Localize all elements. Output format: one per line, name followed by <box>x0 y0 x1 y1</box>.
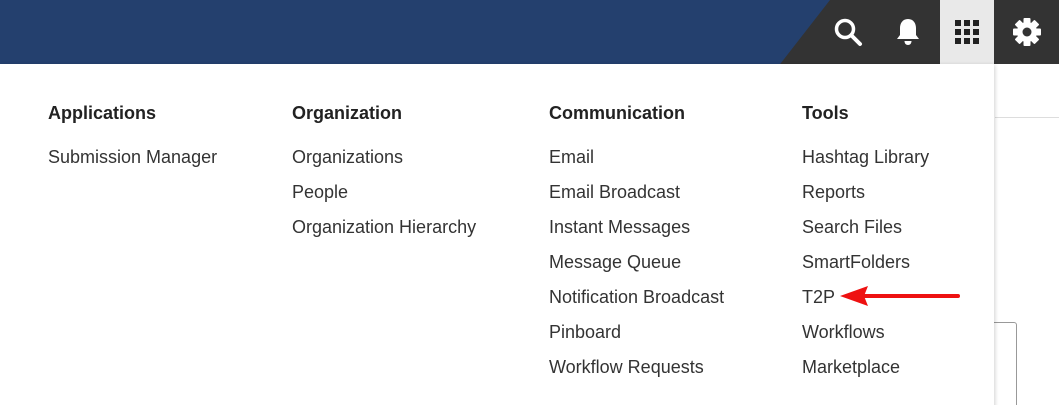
menu-item-workflow-requests[interactable]: Workflow Requests <box>549 353 724 388</box>
menu-item-marketplace[interactable]: Marketplace <box>802 353 929 388</box>
menu-item-email-broadcast[interactable]: Email Broadcast <box>549 178 724 213</box>
menu-item-email[interactable]: Email <box>549 143 724 178</box>
menu-heading: Organization <box>292 103 403 123</box>
search-icon <box>834 18 862 46</box>
menu-column-organization: Organization Organizations People Organi… <box>292 102 476 248</box>
grid-icon <box>955 20 979 44</box>
background-divider <box>995 117 1059 118</box>
annotation-arrow-icon <box>840 286 960 306</box>
menu-column-tools: Tools Hashtag Library Reports Search Fil… <box>802 102 929 388</box>
menu-item-organizations[interactable]: Organizations <box>292 143 476 178</box>
menu-item-workflows[interactable]: Workflows <box>802 318 929 353</box>
menu-item-people[interactable]: People <box>292 178 476 213</box>
header-brand-area <box>0 0 830 64</box>
search-button[interactable] <box>821 0 875 64</box>
menu-item-instant-messages[interactable]: Instant Messages <box>549 213 724 248</box>
top-header <box>0 0 1059 64</box>
menu-item-hashtag-library[interactable]: Hashtag Library <box>802 143 929 178</box>
menu-heading: Tools <box>802 103 849 123</box>
menu-item-pinboard[interactable]: Pinboard <box>549 318 724 353</box>
bell-icon <box>897 19 919 45</box>
menu-item-reports[interactable]: Reports <box>802 178 929 213</box>
gear-icon <box>1013 18 1041 46</box>
menu-item-message-queue[interactable]: Message Queue <box>549 248 724 283</box>
menu-heading: Applications <box>48 103 157 123</box>
menu-item-organization-hierarchy[interactable]: Organization Hierarchy <box>292 213 476 248</box>
settings-button[interactable] <box>1000 0 1054 64</box>
menu-column-applications: Applications Submission Manager <box>48 102 217 178</box>
menu-item-notification-broadcast[interactable]: Notification Broadcast <box>549 283 724 318</box>
menu-item-submission-manager[interactable]: Submission Manager <box>48 143 217 178</box>
menu-item-smartfolders[interactable]: SmartFolders <box>802 248 929 283</box>
apps-dropdown-menu: Applications Submission Manager Organiza… <box>0 64 994 405</box>
background-panel <box>992 322 1017 405</box>
page: Applications Submission Manager Organiza… <box>0 0 1059 405</box>
menu-column-communication: Communication Email Email Broadcast Inst… <box>549 102 724 388</box>
notifications-button[interactable] <box>881 0 935 64</box>
menu-item-search-files[interactable]: Search Files <box>802 213 929 248</box>
apps-menu-button[interactable] <box>940 0 994 64</box>
menu-heading: Communication <box>549 103 686 123</box>
